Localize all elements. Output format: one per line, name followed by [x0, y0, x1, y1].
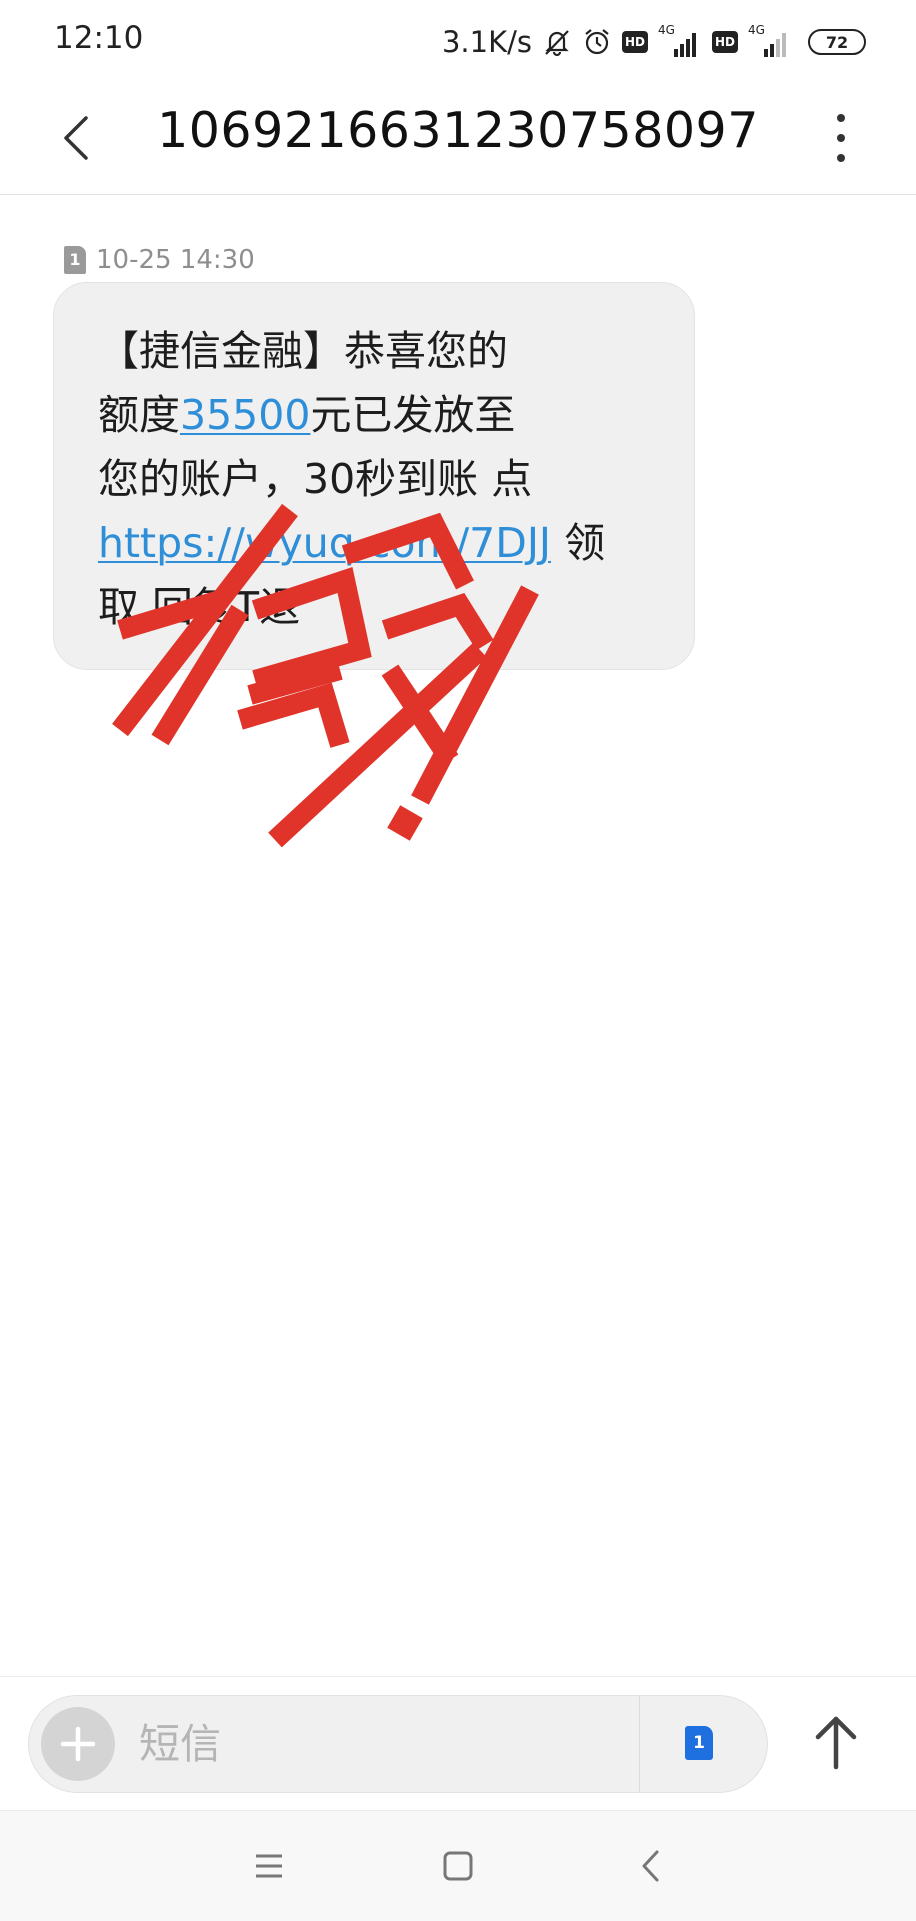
message-line: 取 回复T退: [98, 583, 301, 631]
add-attachment-button[interactable]: [41, 1707, 115, 1781]
recent-apps-button[interactable]: [244, 1841, 294, 1891]
message-bubble[interactable]: 【捷信金融】恭喜您的 额度35500元已发放至 您的账户，30秒到账 点 htt…: [53, 282, 695, 670]
status-icons: 3.1K/s HD 4G HD 4G 72: [442, 20, 866, 64]
message-line: 您的账户，30秒到账 点: [98, 455, 533, 503]
sms-input[interactable]: [139, 1710, 619, 1778]
network-speed: 3.1K/s: [441, 25, 532, 59]
conversation-title: 1069216631230758097: [157, 102, 759, 159]
sim-select-button[interactable]: 1: [685, 1726, 715, 1762]
message-timestamp: 10-25 14:30: [96, 245, 255, 275]
home-icon: [443, 1851, 473, 1881]
back-button[interactable]: [52, 110, 102, 166]
signal-icon: 4G: [748, 23, 792, 59]
send-arrow-icon: [815, 1716, 857, 1770]
signal-icon: 4G: [658, 23, 702, 59]
composer: 1: [0, 1676, 916, 1811]
url-link[interactable]: https://wyuq.com/7DJJ: [98, 519, 551, 567]
send-button[interactable]: [806, 1709, 866, 1777]
more-vertical-icon: [837, 114, 845, 162]
battery-icon: 72: [808, 29, 866, 55]
menu-icon: [256, 1854, 282, 1878]
nav-back-icon: [642, 1850, 659, 1882]
back-arrow-icon: [64, 116, 88, 160]
status-time: 12:10: [54, 20, 144, 56]
network-type: 4G: [748, 23, 765, 37]
home-button[interactable]: [433, 1841, 483, 1891]
nav-back-button[interactable]: [626, 1841, 676, 1891]
conversation-header: 1069216631230758097: [0, 84, 916, 195]
more-options-button[interactable]: [826, 108, 856, 168]
plus-icon: [60, 1726, 96, 1762]
system-navigation-bar: [0, 1810, 916, 1921]
message-input-container: 1: [28, 1695, 768, 1793]
hd-icon: HD: [622, 31, 648, 53]
sim-card-icon: 1: [64, 246, 86, 274]
message-meta: 1 10-25 14:30: [64, 244, 255, 276]
sim-card-icon: 1: [685, 1726, 713, 1760]
mute-bell-icon: [542, 27, 572, 57]
message-line: 【捷信金融】恭喜您的: [98, 327, 508, 375]
amount-link[interactable]: 35500: [180, 391, 310, 439]
alarm-icon: [582, 27, 612, 57]
network-type: 4G: [658, 23, 675, 37]
status-bar: 12:10 3.1K/s HD 4G HD 4G 72: [0, 0, 916, 84]
message-line: https://wyuq.com/7DJJ 领: [98, 519, 606, 567]
divider: [639, 1696, 640, 1792]
hd-icon: HD: [712, 31, 738, 53]
message-line: 额度35500元已发放至: [98, 391, 516, 439]
